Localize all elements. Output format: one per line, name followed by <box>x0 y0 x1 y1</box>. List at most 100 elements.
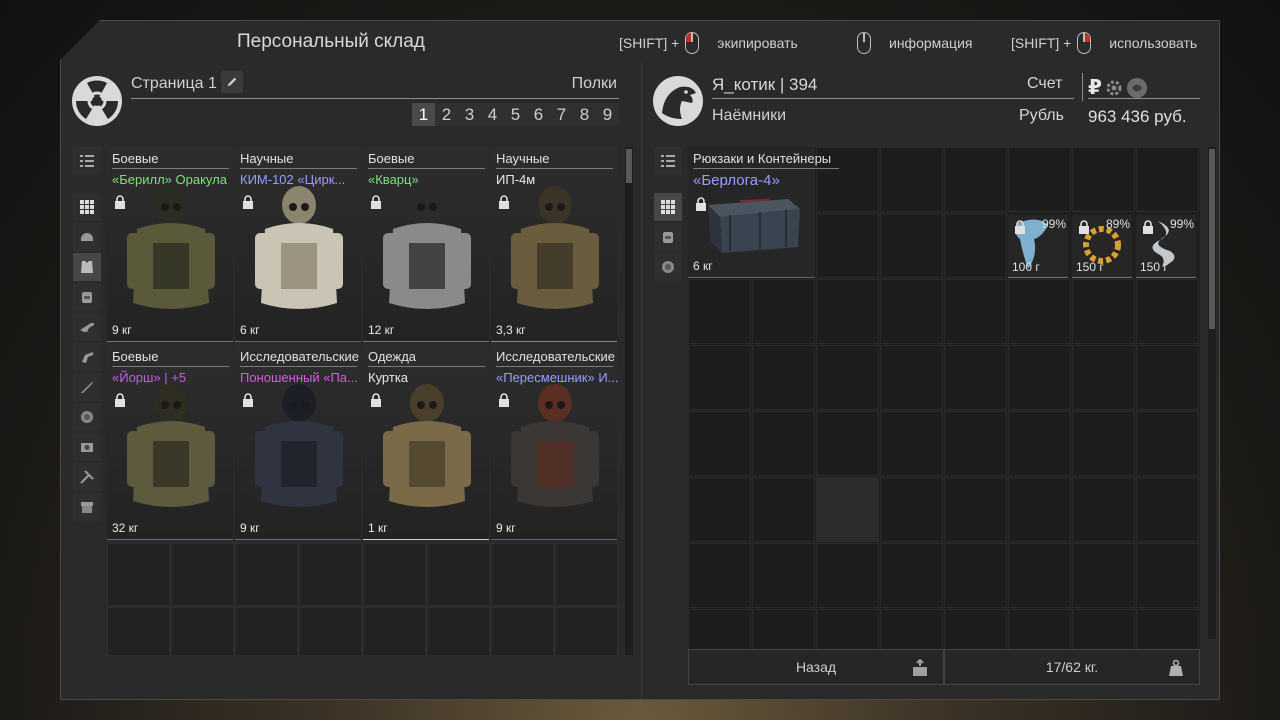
inventory-slot[interactable] <box>1136 411 1199 476</box>
scroll-thumb[interactable] <box>626 149 632 183</box>
storage-item[interactable]: Исследовательские Поношенный «Па... 9 кг <box>235 345 361 540</box>
page-3-button[interactable]: 3 <box>458 103 481 126</box>
inventory-slot[interactable] <box>1072 147 1135 212</box>
inventory-slot[interactable] <box>880 477 943 542</box>
inventory-slot[interactable] <box>816 345 879 410</box>
sidebar-backpack-button[interactable] <box>73 283 101 311</box>
empty-slot[interactable] <box>235 543 298 606</box>
inventory-slot[interactable] <box>1072 345 1135 410</box>
sidebar-rifle-button[interactable] <box>73 313 101 341</box>
inventory-slot[interactable] <box>688 411 751 476</box>
inventory-slot[interactable] <box>752 477 815 542</box>
inventory-slot[interactable] <box>1008 477 1071 542</box>
storage-scrollbar[interactable] <box>625 147 633 655</box>
page-2-button[interactable]: 2 <box>435 103 458 126</box>
inventory-slot[interactable] <box>752 279 815 344</box>
inventory-slot[interactable] <box>816 411 879 476</box>
backpack-item[interactable]: Рюкзаки и Контейнеры «Берлога-4» 6 кг <box>688 147 839 278</box>
inventory-slot[interactable] <box>1008 147 1071 212</box>
inventory-slot[interactable] <box>1008 279 1071 344</box>
inventory-slot[interactable] <box>1136 147 1199 212</box>
inventory-slot[interactable] <box>1072 543 1135 608</box>
inventory-slot[interactable] <box>688 345 751 410</box>
rename-page-button[interactable] <box>221 71 243 93</box>
empty-slot[interactable] <box>555 607 618 655</box>
inventory-slot[interactable] <box>880 279 943 344</box>
inventory-slot[interactable] <box>944 147 1007 212</box>
storage-item[interactable]: Боевые «Берилл» Оракула 9 кг <box>107 147 233 342</box>
inventory-slot[interactable] <box>688 477 751 542</box>
inventory-slot[interactable] <box>880 345 943 410</box>
empty-slot[interactable] <box>235 607 298 655</box>
inventory-slot[interactable] <box>1008 543 1071 608</box>
inventory-slot[interactable] <box>816 477 879 542</box>
sidebar-list-button[interactable] <box>73 147 101 175</box>
artifact-item[interactable]: 99% 100 г <box>1008 215 1068 278</box>
empty-slot[interactable] <box>491 607 554 655</box>
inventory-slot[interactable] <box>1072 477 1135 542</box>
inventory-slot[interactable] <box>880 147 943 212</box>
inventory-slot[interactable] <box>944 477 1007 542</box>
inventory-slot[interactable] <box>1136 543 1199 608</box>
sidebar-helmet-button[interactable] <box>73 223 101 251</box>
inventory-slot[interactable] <box>816 213 879 278</box>
inventory-slot[interactable] <box>1072 411 1135 476</box>
inventory-slot[interactable] <box>816 543 879 608</box>
inventory-slot[interactable] <box>944 543 1007 608</box>
storage-item[interactable]: Исследовательские «Пересмешник» И... 9 кг <box>491 345 618 540</box>
sidebar-list-button[interactable] <box>654 147 682 175</box>
sidebar-artifact-button[interactable] <box>654 253 682 281</box>
gear-currency-icon[interactable] <box>1104 78 1124 98</box>
inventory-slot[interactable] <box>944 279 1007 344</box>
storage-item[interactable]: Научные ИП-4м 3,3 кг <box>491 147 617 342</box>
page-7-button[interactable]: 7 <box>550 103 573 126</box>
inventory-slot[interactable] <box>1136 477 1199 542</box>
inventory-slot[interactable] <box>752 345 815 410</box>
inventory-slot[interactable] <box>880 213 943 278</box>
inventory-slot[interactable] <box>752 411 815 476</box>
empty-slot[interactable] <box>491 543 554 606</box>
inventory-slot[interactable] <box>880 411 943 476</box>
inventory-slot[interactable] <box>944 411 1007 476</box>
empty-slot[interactable] <box>427 543 490 606</box>
sidebar-artifact-button[interactable] <box>73 403 101 431</box>
sidebar-pistol-button[interactable] <box>73 343 101 371</box>
sidebar-grid-button[interactable] <box>654 193 682 221</box>
inventory-slot[interactable] <box>1008 345 1071 410</box>
sidebar-tools-button[interactable] <box>73 463 101 491</box>
sidebar-device-button[interactable] <box>73 433 101 461</box>
scroll-thumb[interactable] <box>1209 149 1215 329</box>
storage-item[interactable]: Одежда Куртка 1 кг <box>363 345 489 540</box>
artifact-item[interactable]: 99% 150 г <box>1136 215 1196 278</box>
empty-slot[interactable] <box>107 607 170 655</box>
empty-slot[interactable] <box>299 607 362 655</box>
inventory-slot[interactable] <box>1008 411 1071 476</box>
inventory-slot[interactable] <box>1136 345 1199 410</box>
inventory-slot[interactable] <box>1136 279 1199 344</box>
empty-slot[interactable] <box>427 607 490 655</box>
empty-slot[interactable] <box>555 543 618 606</box>
sidebar-grid-button[interactable] <box>73 193 101 221</box>
empty-slot[interactable] <box>171 607 234 655</box>
empty-slot[interactable] <box>363 607 426 655</box>
inventory-slot[interactable] <box>688 279 751 344</box>
empty-slot[interactable] <box>299 543 362 606</box>
sidebar-knife-button[interactable] <box>73 373 101 401</box>
artifact-item[interactable]: 89% 150 г <box>1072 215 1132 278</box>
sidebar-backpack-button[interactable] <box>654 223 682 251</box>
ruble-icon[interactable]: ₽ <box>1088 75 1102 100</box>
sidebar-box-button[interactable] <box>73 493 101 521</box>
page-6-button[interactable]: 6 <box>527 103 550 126</box>
coin-currency-icon[interactable] <box>1126 77 1148 99</box>
inventory-slot[interactable] <box>944 213 1007 278</box>
page-1-button[interactable]: 1 <box>412 103 435 126</box>
inventory-slot[interactable] <box>688 543 751 608</box>
empty-slot[interactable] <box>107 543 170 606</box>
back-button[interactable]: Назад <box>688 649 944 685</box>
sidebar-armor-button[interactable] <box>73 253 101 281</box>
page-5-button[interactable]: 5 <box>504 103 527 126</box>
page-4-button[interactable]: 4 <box>481 103 504 126</box>
inventory-slot[interactable] <box>880 543 943 608</box>
storage-item[interactable]: Боевые «Йорш» | +5 32 кг <box>107 345 233 540</box>
storage-item[interactable]: Научные КИМ-102 «Цирк... 6 кг <box>235 147 361 342</box>
